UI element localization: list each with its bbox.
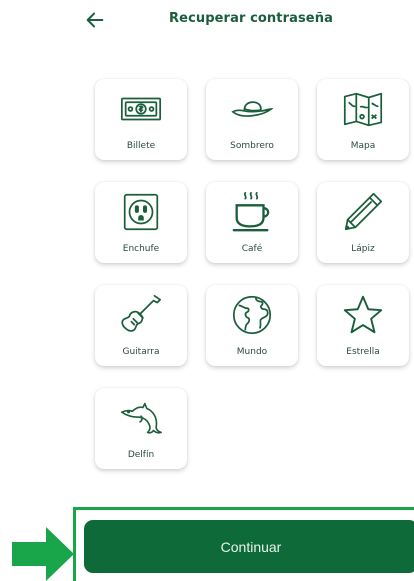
arrow-right-icon: [12, 527, 74, 581]
card-label: Enchufe: [122, 244, 160, 254]
card-label: Sombrero: [230, 141, 274, 151]
card-label: Estrella: [346, 347, 380, 357]
card-cafe[interactable]: Café: [206, 182, 298, 263]
card-enchufe[interactable]: Enchufe: [95, 182, 187, 263]
dolphin-icon: [95, 395, 187, 441]
continue-button[interactable]: Continuar: [84, 520, 414, 573]
page-title: Recuperar contraseña: [169, 11, 333, 26]
card-label: Delfín: [127, 450, 155, 460]
card-mundo[interactable]: Mundo: [206, 285, 298, 366]
card-label: Billete: [126, 141, 156, 151]
card-sombrero[interactable]: Sombrero: [206, 79, 298, 160]
card-guitarra[interactable]: Guitarra: [95, 285, 187, 366]
globe-icon: [206, 292, 298, 338]
banknote-icon: [95, 86, 187, 132]
header: Recuperar contraseña: [0, 0, 414, 44]
map-icon: [317, 86, 409, 132]
card-label: Mundo: [236, 347, 268, 357]
card-mapa[interactable]: Mapa: [317, 79, 409, 160]
card-estrella[interactable]: Estrella: [317, 285, 409, 366]
card-label: Café: [241, 244, 263, 254]
card-billete[interactable]: Billete: [95, 79, 187, 160]
outlet-icon: [95, 189, 187, 235]
pencil-icon: [317, 189, 409, 235]
card-lapiz[interactable]: Lápiz: [317, 182, 409, 263]
card-delfin[interactable]: Delfín: [95, 388, 187, 469]
hat-icon: [206, 86, 298, 132]
card-label: Guitarra: [122, 347, 160, 357]
card-label: Lápiz: [351, 244, 375, 254]
card-label: Mapa: [350, 141, 376, 151]
star-icon: [317, 292, 409, 338]
guitar-icon: [95, 292, 187, 338]
coffee-icon: [206, 189, 298, 235]
